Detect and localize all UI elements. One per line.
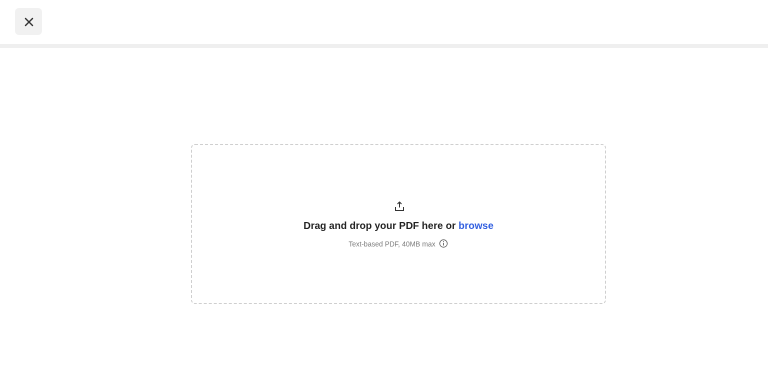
upload-icon: [395, 201, 404, 211]
dropzone-hint-text: Text-based PDF, 40MB max: [348, 241, 436, 249]
browse-link[interactable]: browse: [459, 221, 494, 232]
dropzone-prompt-text: Drag and drop your PDF here or: [303, 221, 459, 232]
dropzone-hint: Text-based PDF, 40MB max: [192, 239, 605, 249]
header-divider: [0, 44, 768, 48]
pdf-dropzone[interactable]: Drag and drop your PDF here or browse Te…: [191, 144, 606, 304]
upload-page: Drag and drop your PDF here or browse Te…: [0, 0, 768, 374]
close-icon: [24, 17, 33, 26]
info-icon[interactable]: [439, 239, 448, 248]
dropzone-prompt: Drag and drop your PDF here or browse: [192, 221, 605, 232]
close-button[interactable]: [15, 8, 42, 35]
top-bar: [0, 0, 768, 44]
